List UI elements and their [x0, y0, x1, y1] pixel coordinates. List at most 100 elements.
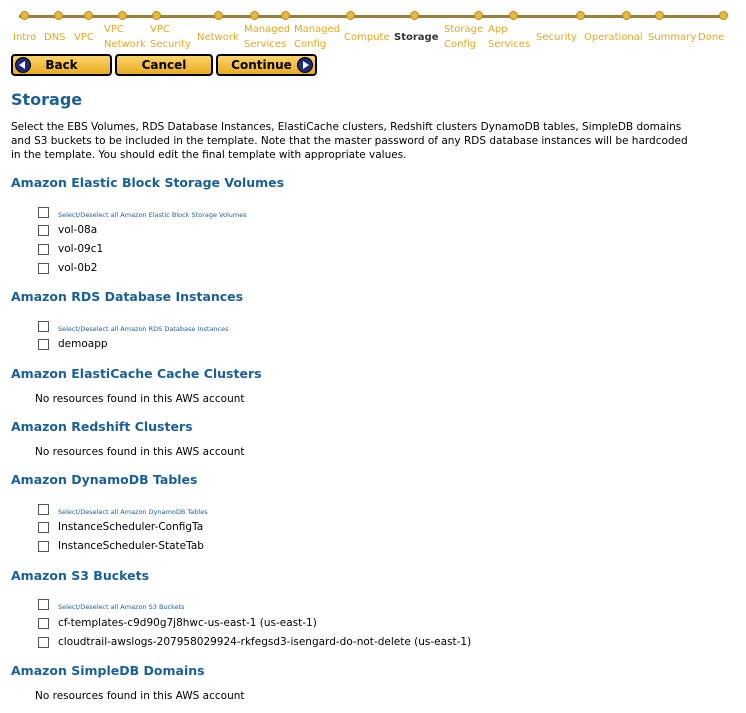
wizard-step-vpc-network[interactable]: VPC Network: [104, 22, 146, 52]
dynamodb-select-all-link[interactable]: Select/Deselect all Amazon DynamoDB Tabl…: [58, 508, 208, 516]
wizard-step-dot: [474, 11, 483, 20]
wizard-step-label: Storage: [394, 32, 439, 43]
elasticache-section-title: Amazon ElastiCache Cache Clusters: [11, 366, 262, 381]
wizard-step-managed-services[interactable]: Managed Services: [244, 22, 290, 52]
wizard-step-operational[interactable]: Operational: [584, 30, 643, 45]
bucket-name: cloudtrail-awslogs-207958029924-rkfegsd3…: [58, 636, 472, 648]
wizard-step-app-services[interactable]: App Services: [488, 22, 530, 52]
checkbox[interactable]: [38, 521, 49, 533]
wizard-step-label: Services: [244, 39, 287, 50]
page-title: Storage: [11, 90, 83, 109]
wizard-step-dot: [622, 11, 631, 20]
arrow-right-icon: [297, 57, 313, 73]
wizard-step-label: Services: [488, 39, 531, 50]
cancel-button[interactable]: Cancel: [115, 54, 213, 76]
ebs-volume-row[interactable]: vol-08a: [38, 224, 106, 236]
arrow-left-icon: [15, 57, 31, 73]
wizard-step-label: Intro: [13, 32, 37, 43]
back-button-label: Back: [45, 58, 78, 72]
ebs-select-all[interactable]: Select/Deselect all Amazon Elastic Block…: [38, 205, 247, 219]
wizard-step-label: App: [488, 24, 508, 35]
wizard-step-dot: [214, 11, 223, 20]
wizard-step-dot: [84, 11, 93, 20]
page-description: Select the EBS Volumes, RDS Database Ins…: [11, 120, 733, 162]
dynamodb-select-all[interactable]: Select/Deselect all Amazon DynamoDB Tabl…: [38, 502, 208, 516]
s3-select-all[interactable]: Select/Deselect all Amazon S3 Buckets: [38, 597, 185, 611]
ebs-volume-row[interactable]: vol-0b2: [38, 262, 106, 274]
s3-bucket-row[interactable]: cloudtrail-awslogs-207958029924-rkfegsd3…: [38, 636, 471, 648]
wizard-step-label: Summary: [648, 32, 697, 43]
wizard-step-label: Security: [536, 32, 578, 43]
dynamodb-table-row[interactable]: InstanceScheduler-StateTab: [38, 540, 211, 552]
wizard-step-label: Storage: [444, 24, 484, 35]
wizard-step-vpc[interactable]: VPC: [74, 30, 94, 45]
wizard-step-storage[interactable]: Storage: [394, 30, 438, 45]
checkbox[interactable]: [38, 636, 49, 648]
volume-id: vol-08a: [58, 224, 98, 236]
wizard-step-label: Compute: [344, 32, 390, 43]
rds-select-all-link[interactable]: Select/Deselect all Amazon RDS Database …: [58, 325, 228, 333]
wizard-step-label: Network: [197, 32, 239, 43]
rds-select-all-checkbox[interactable]: [38, 320, 49, 332]
dynamodb-select-all-checkbox[interactable]: [38, 503, 49, 515]
wizard-step-dot: [410, 11, 419, 20]
rds-instance-row[interactable]: demoapp: [38, 338, 108, 350]
rds-select-all[interactable]: Select/Deselect all Amazon RDS Database …: [38, 319, 228, 333]
volume-id: vol-0b2: [58, 262, 98, 274]
s3-bucket-row[interactable]: cf-templates-c9d90g7j8hwc-us-east-1 (us-…: [38, 617, 317, 629]
description-line: in the template. You should edit the fin…: [11, 149, 407, 161]
back-button[interactable]: Back: [11, 54, 112, 76]
ebs-section-title: Amazon Elastic Block Storage Volumes: [11, 175, 285, 190]
dynamodb-table-row[interactable]: InstanceScheduler-ConfigTa: [38, 521, 211, 533]
redshift-empty-message: No resources found in this AWS account: [35, 446, 245, 458]
wizard-step-vpc-security[interactable]: VPC Security: [150, 22, 191, 52]
wizard-step-label: Config: [294, 39, 327, 50]
cancel-button-label: Cancel: [141, 58, 187, 72]
wizard-step-label: VPC: [150, 24, 170, 35]
checkbox[interactable]: [38, 540, 49, 552]
checkbox[interactable]: [38, 338, 49, 350]
wizard-step-security[interactable]: Security: [536, 30, 577, 45]
wizard-step-managed-config[interactable]: Managed Config: [294, 22, 340, 52]
simpledb-section-title: Amazon SimpleDB Domains: [11, 663, 205, 678]
ebs-volume-row[interactable]: vol-09c1: [38, 243, 106, 255]
s3-section-title: Amazon S3 Buckets: [11, 568, 150, 583]
dynamodb-section-title: Amazon DynamoDB Tables: [11, 472, 198, 487]
wizard-step-dot: [250, 11, 259, 20]
wizard-step-network[interactable]: Network: [197, 30, 239, 45]
wizard-step-dot: [509, 11, 518, 20]
bucket-name: cf-templates-c9d90g7j8hwc-us-east-1 (us-…: [58, 617, 317, 629]
description-line: and S3 buckets to be included in the tem…: [11, 135, 688, 147]
ebs-select-all-link[interactable]: Select/Deselect all Amazon Elastic Block…: [58, 211, 247, 219]
wizard-progress: Intro DNS VPC VPC Network VPC Security Network M…: [0, 0, 746, 54]
table-name: InstanceScheduler-ConfigTa: [58, 521, 204, 533]
rds-section-title: Amazon RDS Database Instances: [11, 289, 244, 304]
table-name: InstanceScheduler-StateTab: [58, 540, 204, 552]
wizard-step-label: Managed: [244, 24, 291, 35]
s3-select-all-checkbox[interactable]: [38, 598, 49, 610]
checkbox[interactable]: [38, 224, 49, 236]
wizard-step-label: Operational: [584, 32, 643, 43]
wizard-step-dot: [655, 11, 664, 20]
wizard-step-label: Managed: [294, 24, 341, 35]
wizard-step-dot: [152, 11, 161, 20]
continue-button[interactable]: Continue: [216, 54, 317, 76]
ebs-select-all-checkbox[interactable]: [38, 206, 49, 218]
wizard-step-compute[interactable]: Compute: [344, 30, 390, 45]
wizard-step-dot: [20, 11, 29, 20]
wizard-step-intro[interactable]: Intro: [13, 30, 36, 45]
wizard-step-label: VPC: [104, 24, 124, 35]
wizard-step-summary[interactable]: Summary: [648, 30, 696, 45]
checkbox[interactable]: [38, 243, 49, 255]
redshift-section-title: Amazon Redshift Clusters: [11, 419, 193, 434]
wizard-step-label: Done: [698, 32, 725, 43]
instance-name: demoapp: [58, 338, 108, 350]
checkbox[interactable]: [38, 617, 49, 629]
wizard-step-done[interactable]: Done: [698, 30, 724, 45]
s3-select-all-link[interactable]: Select/Deselect all Amazon S3 Buckets: [58, 603, 185, 611]
wizard-step-storage-config[interactable]: Storage Config: [444, 22, 483, 52]
checkbox[interactable]: [38, 262, 49, 274]
wizard-step-dns[interactable]: DNS: [44, 30, 66, 45]
continue-button-label: Continue: [231, 58, 292, 72]
wizard-step-dot: [118, 11, 127, 20]
